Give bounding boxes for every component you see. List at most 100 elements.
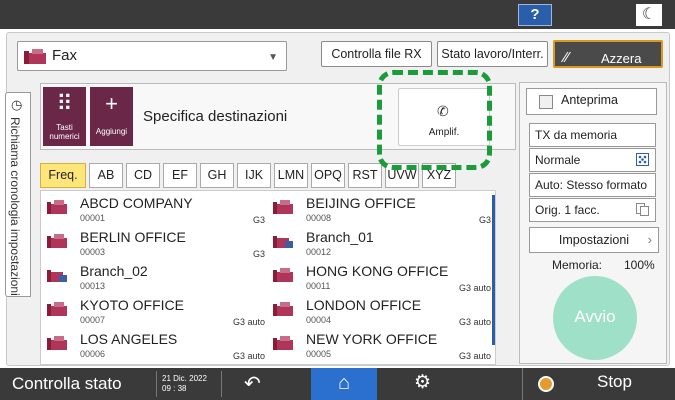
- scan-size-option[interactable]: Auto: Stesso formato: [529, 173, 656, 197]
- entry-number: 00004: [306, 315, 332, 325]
- date-text: 21 Dic. 2022: [162, 374, 207, 383]
- fax-icon: [273, 336, 293, 350]
- entry-name: Branch_01: [306, 229, 374, 245]
- entry-name: ABCD COMPANY: [80, 195, 193, 211]
- help-button[interactable]: ?: [518, 4, 552, 26]
- tab-ef[interactable]: EF: [163, 163, 197, 188]
- function-select-value: Fax: [52, 47, 78, 64]
- fax-icon: [47, 234, 67, 248]
- preview-label: Anteprima: [561, 93, 618, 107]
- entry-name: LOS ANGELES: [80, 331, 178, 347]
- entry-number: 00011: [306, 281, 331, 291]
- start-button[interactable]: Avvio: [553, 276, 637, 360]
- list-item[interactable]: NEW YORK OFFICE 00005 G3 auto: [269, 331, 495, 364]
- entry-number: 00005: [306, 349, 332, 359]
- scrollbar[interactable]: [492, 195, 495, 345]
- entry-number: 00008: [306, 213, 332, 223]
- check-status-button[interactable]: Controlla stato: [12, 371, 148, 397]
- function-select[interactable]: Fax ▼: [17, 41, 287, 71]
- entry-number: 00006: [80, 349, 106, 359]
- list-item[interactable]: Branch_01 00012: [269, 229, 495, 263]
- history-tab[interactable]: ◷ Richiama cronologia impostazioni: [5, 92, 31, 297]
- highlight-frame: [377, 70, 492, 170]
- duplex-option[interactable]: Orig. 1 facc.: [529, 198, 656, 222]
- list-item[interactable]: Branch_02 00013: [43, 263, 269, 297]
- tx-memory-option[interactable]: TX da memoria: [529, 123, 656, 147]
- rx-file-control-button[interactable]: Controlla file RX: [321, 41, 432, 67]
- address-list: ABCD COMPANY 00001 G3 BEIJING OFFICE 00008 G3…: [40, 190, 496, 365]
- home-button[interactable]: ⌂: [311, 368, 377, 400]
- list-item[interactable]: BERLIN OFFICE 00003 G3: [43, 229, 269, 263]
- home-icon: ⌂: [337, 372, 351, 394]
- entry-name: BERLIN OFFICE: [80, 229, 186, 245]
- fax-icon: [273, 200, 293, 214]
- entry-mode: G3 auto: [458, 283, 491, 293]
- entry-mode: G3 auto: [458, 351, 491, 361]
- add-destination-button[interactable]: + Aggiungi: [90, 87, 133, 146]
- list-item[interactable]: LONDON OFFICE 00004 G3 auto: [269, 297, 495, 331]
- entry-number: 00007: [80, 315, 106, 325]
- list-item[interactable]: HONG KONG OFFICE 00011 G3 auto: [269, 263, 495, 297]
- one-sided-icon: [636, 203, 649, 216]
- entry-name: KYOTO OFFICE: [80, 297, 184, 313]
- job-status-button[interactable]: Stato lavoro/Interr.: [437, 41, 548, 67]
- tab-ab[interactable]: AB: [89, 163, 123, 188]
- reset-label: Azzera: [601, 51, 642, 66]
- tab-gh[interactable]: GH: [200, 163, 234, 188]
- chevron-right-icon: ›: [647, 232, 652, 247]
- entry-number: 00003: [80, 247, 106, 257]
- entry-mode: G3: [478, 215, 491, 225]
- memory-value: 100%: [624, 258, 655, 272]
- stop-label: Stop: [597, 372, 632, 391]
- fax-icon: [24, 49, 46, 64]
- reset-button[interactable]: ⁄⁄ Azzera: [553, 40, 663, 68]
- resolution-label: Normale: [535, 153, 581, 167]
- preview-checkbox[interactable]: Anteprima: [526, 88, 657, 115]
- list-item[interactable]: KYOTO OFFICE 00007 G3 auto: [43, 297, 269, 331]
- settings-button[interactable]: Impostazioni ›: [529, 227, 659, 253]
- resolution-option[interactable]: Normale: [529, 148, 656, 172]
- keypad-icon: ⠿: [56, 91, 73, 116]
- add-label: Aggiungi: [95, 127, 128, 136]
- list-item[interactable]: LOS ANGELES 00006 G3 auto: [43, 331, 269, 364]
- resolution-icon: [636, 153, 649, 166]
- moon-icon[interactable]: ☾: [636, 4, 662, 26]
- gear-icon[interactable]: ⚙: [414, 371, 431, 394]
- entry-number: 00001: [80, 213, 106, 223]
- memory-label: Memoria:: [552, 258, 603, 272]
- clock-icon: ◷: [11, 97, 23, 112]
- entry-number: 00012: [306, 247, 332, 257]
- entry-mode: G3: [252, 215, 265, 225]
- entry-mode: G3 auto: [232, 351, 265, 361]
- back-icon[interactable]: ↶: [244, 371, 261, 396]
- tab-opq[interactable]: OPQ: [311, 163, 345, 188]
- tab-rst[interactable]: RST: [348, 163, 382, 188]
- plus-icon: +: [105, 91, 118, 116]
- checkbox-icon: [539, 95, 553, 109]
- group-fax-icon: [273, 236, 293, 248]
- tab-ijk[interactable]: IJK: [237, 163, 271, 188]
- destination-label: Specifica destinazioni: [143, 108, 288, 125]
- list-item[interactable]: ABCD COMPANY 00001 G3: [43, 195, 269, 229]
- entry-mode: G3: [252, 249, 265, 259]
- top-bar: [0, 0, 675, 29]
- group-fax-icon: [47, 270, 67, 282]
- chevron-down-icon: ▼: [268, 52, 278, 63]
- fax-icon: [47, 336, 67, 350]
- duplex-label: Orig. 1 facc.: [535, 203, 600, 217]
- bottom-bar: Controlla stato 21 Dic. 2022 09 : 38 ↶ ⌂…: [0, 368, 675, 400]
- settings-label: Impostazioni: [558, 233, 630, 247]
- entry-name: Branch_02: [80, 263, 148, 279]
- list-item[interactable]: BEIJING OFFICE 00008 G3: [269, 195, 495, 229]
- entry-mode: G3 auto: [232, 317, 265, 327]
- tab-freq[interactable]: Freq.: [40, 163, 86, 188]
- history-tab-label: Richiama cronologia impostazioni: [8, 117, 22, 296]
- entry-mode: G3 auto: [458, 317, 491, 327]
- tab-cd[interactable]: CD: [126, 163, 160, 188]
- keypad-button[interactable]: ⠿ Tasti numerici: [43, 87, 86, 146]
- entry-name: BEIJING OFFICE: [306, 195, 416, 211]
- stop-button[interactable]: Stop: [522, 368, 675, 400]
- fax-icon: [273, 268, 293, 282]
- tab-lmn[interactable]: LMN: [274, 163, 308, 188]
- time-text: 09 : 38: [162, 384, 187, 393]
